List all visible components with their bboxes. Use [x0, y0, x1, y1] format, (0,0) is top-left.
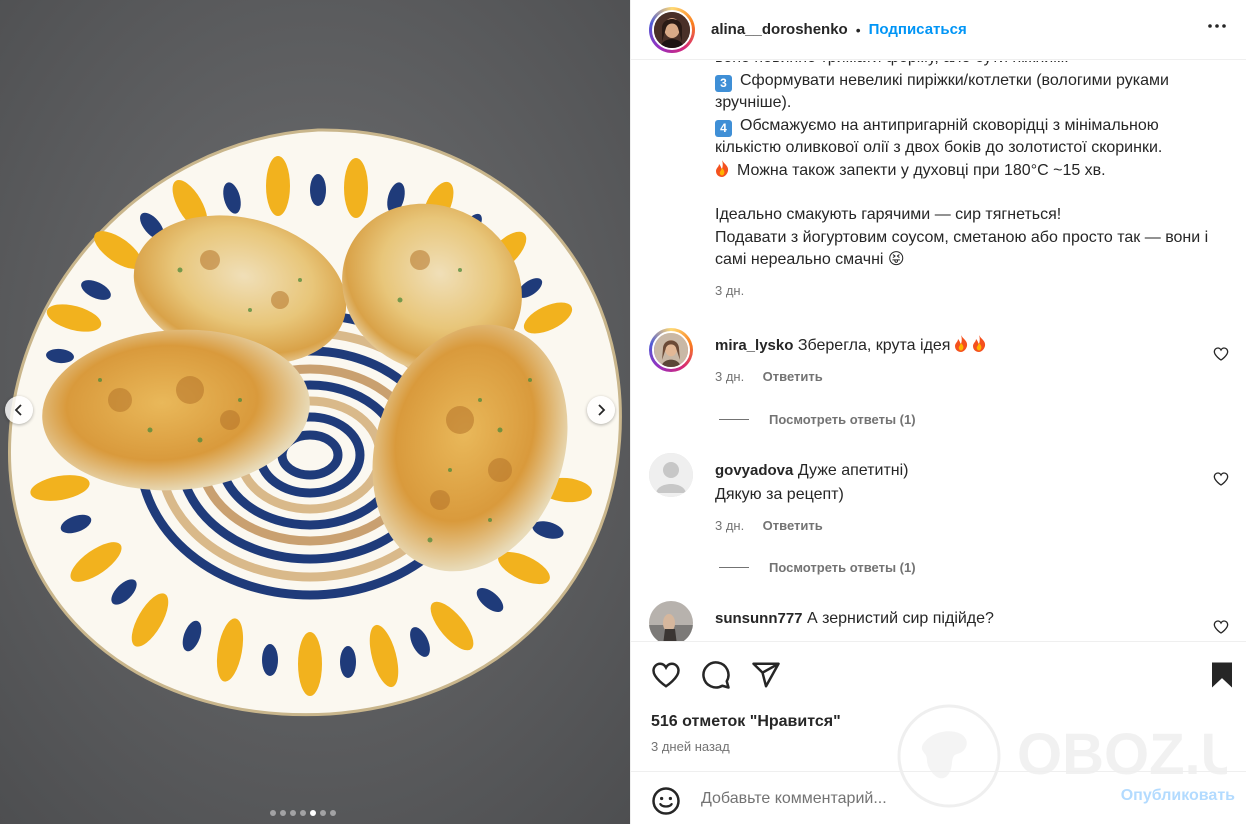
- post-date: 3 дней назад: [651, 739, 730, 754]
- more-options-icon[interactable]: [1205, 14, 1229, 38]
- carousel-dot: [290, 810, 296, 816]
- post-caption: воно повинно тримати форму, але бути ніж…: [715, 61, 1227, 302]
- prev-photo-button[interactable]: [5, 396, 33, 424]
- comment-icon[interactable]: [701, 660, 731, 690]
- commenter-username[interactable]: sunsunn777: [715, 610, 803, 627]
- carousel-dot: [310, 810, 316, 816]
- carousel-dot: [280, 810, 286, 816]
- carousel-dot: [270, 810, 276, 816]
- step-3-text: Сформувати невеликі пиріжки/котлетки (во…: [715, 71, 1174, 112]
- reply-button[interactable]: Ответить: [763, 369, 823, 384]
- comment-body-line2: Дякую за рецепт): [715, 486, 844, 503]
- fire-icon: [973, 335, 986, 352]
- fire-icon: [955, 335, 968, 352]
- comment-body: Дуже апетитні): [797, 462, 909, 479]
- comment-body: А зернистий сир підійде?: [806, 610, 994, 627]
- separator-dot: •: [855, 21, 861, 38]
- likes-count[interactable]: 516 отметок "Нравится": [651, 713, 841, 731]
- replies-divider: [719, 567, 749, 568]
- carousel-dot: [330, 810, 336, 816]
- reply-button[interactable]: Ответить: [763, 518, 823, 533]
- tip-text: Можна також запекти у духовці при 180°C …: [737, 161, 1106, 179]
- post-actions: 516 отметок "Нравится" 3 дней назад OBOZ…: [631, 641, 1246, 808]
- food-image: [0, 0, 630, 824]
- follow-button[interactable]: Подписаться: [869, 21, 967, 38]
- comment-input[interactable]: [701, 784, 1101, 814]
- share-icon[interactable]: [751, 660, 781, 690]
- commenter-avatar[interactable]: [649, 328, 693, 372]
- view-replies-button[interactable]: Посмотреть ответы (1): [719, 412, 916, 427]
- heart-icon[interactable]: [1213, 346, 1229, 362]
- comment-body: Зберегла, крута ідея: [797, 337, 951, 354]
- carousel-dot: [300, 810, 306, 816]
- fire-icon: [716, 159, 729, 177]
- view-replies-label: Посмотреть ответы (1): [769, 560, 916, 575]
- caption-spacer: [715, 182, 1227, 204]
- step-4-text: Обсмажуємо на антипригарній сковорідці з…: [715, 116, 1164, 157]
- keycap-3-icon: 3: [715, 74, 732, 92]
- caption-step-4: 4 Обсмажуємо на антипригарній сковорідці …: [715, 115, 1227, 160]
- comment-meta: 3 дн. Ответить: [715, 368, 823, 386]
- author-username[interactable]: alina__doroshenko: [711, 21, 848, 38]
- caption-tip: Можна також запекти у духовці при 180°C …: [715, 159, 1227, 183]
- chevron-right-icon: [598, 404, 606, 416]
- caption-step-3: 3 Сформувати невеликі пиріжки/котлетки (в…: [715, 70, 1227, 115]
- avatar-image: [652, 9, 692, 50]
- post-sidebar: alina__doroshenko • Подписаться воно пов…: [630, 0, 1246, 824]
- caption-line: воно повинно тримати форму, але бути ніж…: [715, 61, 1227, 70]
- heart-icon[interactable]: [651, 660, 681, 690]
- comment-time[interactable]: 3 дн.: [715, 369, 744, 384]
- post-photo[interactable]: [0, 0, 630, 824]
- comment-text: govyadova Дуже апетитні) Дякую за рецепт…: [715, 459, 1195, 507]
- heart-icon[interactable]: [1213, 471, 1229, 487]
- post-header: alina__doroshenko • Подписаться: [631, 0, 1246, 60]
- caption-closing-1: Ідеально смакують гарячими — сир тягнеть…: [715, 206, 1062, 223]
- comment-meta: 3 дн. Ответить: [715, 517, 823, 535]
- view-replies-label: Посмотреть ответы (1): [769, 412, 916, 427]
- carousel-dot: [320, 810, 326, 816]
- emoji-icon[interactable]: [651, 786, 681, 816]
- chevron-left-icon: [14, 404, 22, 416]
- publish-button[interactable]: Опубликовать: [1121, 787, 1235, 805]
- commenter-avatar[interactable]: [649, 453, 693, 497]
- carousel-indicator: [270, 810, 336, 816]
- comment-text: sunsunn777 А зернистий сир підійде?: [715, 607, 1195, 631]
- commenter-username[interactable]: mira_lysko: [715, 337, 793, 354]
- author-avatar[interactable]: [649, 6, 695, 53]
- comment-text: mira_lysko Зберегла, крута ідея: [715, 334, 1195, 358]
- commenter-avatar[interactable]: [649, 601, 693, 641]
- bookmark-icon[interactable]: [1207, 660, 1237, 690]
- caption-closing-2: Подавати з йогуртовим соусом, сметаною а…: [715, 228, 1213, 269]
- comment-composer: Опубликовать: [631, 771, 1246, 824]
- caption-time[interactable]: 3 дн.: [715, 280, 1227, 303]
- commenter-username[interactable]: govyadova: [715, 462, 793, 479]
- keycap-4-icon: 4: [715, 119, 732, 137]
- comment-time[interactable]: 3 дн.: [715, 518, 744, 533]
- heart-icon[interactable]: [1213, 619, 1229, 635]
- comments-list[interactable]: воно повинно тримати форму, але бути ніж…: [631, 61, 1246, 641]
- replies-divider: [719, 419, 749, 420]
- view-replies-button[interactable]: Посмотреть ответы (1): [719, 560, 916, 575]
- next-photo-button[interactable]: [587, 396, 615, 424]
